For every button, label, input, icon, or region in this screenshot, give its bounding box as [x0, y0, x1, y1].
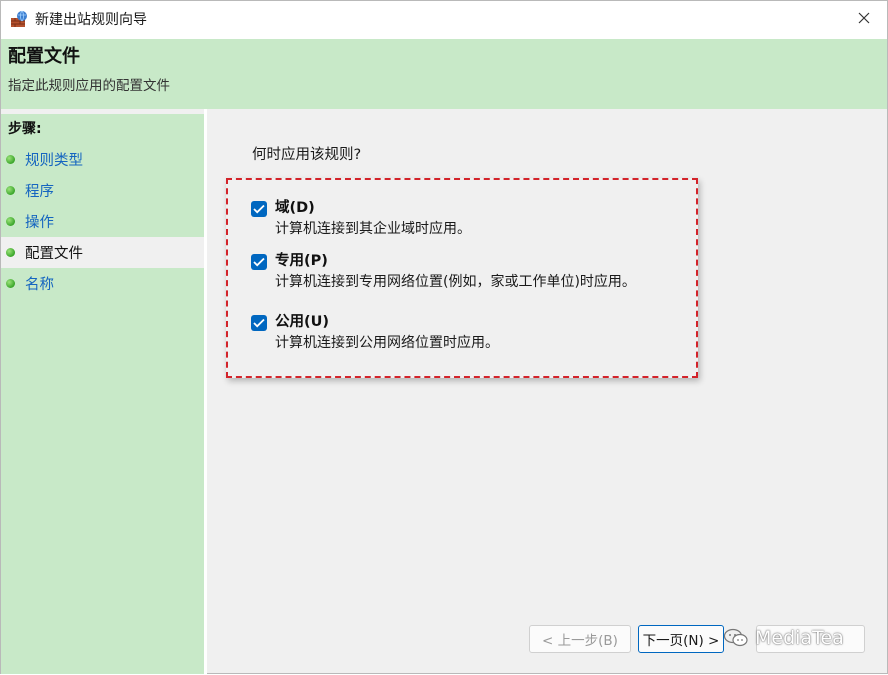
step-bullet-icon — [6, 186, 15, 195]
page-title: 配置文件 — [8, 46, 80, 67]
step-rule-type[interactable]: 规则类型 — [1, 144, 204, 175]
question-label: 何时应用该规则? — [252, 147, 362, 163]
step-label: 配置文件 — [25, 246, 83, 262]
wizard-window: 新建出站规则向导 配置文件 指定此规则应用的配置文件 步骤: 规则类型 程序 操… — [0, 0, 888, 675]
domain-label[interactable]: 域(D) — [275, 198, 315, 218]
watermark: MediaTea — [723, 623, 844, 653]
step-label: 操作 — [25, 215, 54, 231]
firewall-icon — [9, 9, 29, 29]
title-bar: 新建出站规则向导 — [1, 1, 887, 39]
step-bullet-icon — [6, 155, 15, 164]
step-label: 程序 — [25, 184, 54, 200]
domain-checkbox[interactable] — [251, 201, 267, 217]
public-checkbox[interactable] — [251, 315, 267, 331]
public-label[interactable]: 公用(U) — [275, 312, 329, 332]
private-label[interactable]: 专用(P) — [275, 251, 328, 271]
step-bullet-icon — [6, 248, 15, 257]
watermark-text: MediaTea — [755, 627, 844, 649]
step-profile[interactable]: 配置文件 — [1, 237, 204, 268]
back-button[interactable]: < 上一步(B) — [529, 625, 631, 653]
next-button[interactable]: 下一页(N) > — [638, 625, 724, 653]
checkmark-icon — [253, 257, 265, 267]
step-label: 规则类型 — [25, 153, 83, 169]
step-bullet-icon — [6, 217, 15, 226]
header-banner: 配置文件 指定此规则应用的配置文件 — [1, 39, 887, 109]
step-action[interactable]: 操作 — [1, 206, 204, 237]
private-checkbox[interactable] — [251, 254, 267, 270]
checkmark-icon — [253, 204, 265, 214]
page-subtitle: 指定此规则应用的配置文件 — [8, 78, 170, 94]
wechat-icon — [723, 628, 749, 648]
main-panel: 何时应用该规则? 域(D) 计算机连接到其企业域时应用。 专用(P) 计算机连接… — [207, 109, 887, 673]
close-icon — [858, 12, 870, 28]
window-title: 新建出站规则向导 — [35, 12, 147, 28]
public-description: 计算机连接到公用网络位置时应用。 — [275, 335, 499, 351]
step-bullet-icon — [6, 279, 15, 288]
step-label: 名称 — [25, 277, 54, 293]
steps-sidebar: 步骤: 规则类型 程序 操作 配置文件 名称 — [1, 114, 204, 674]
domain-description: 计算机连接到其企业域时应用。 — [275, 221, 471, 237]
close-button[interactable] — [841, 1, 887, 39]
step-program[interactable]: 程序 — [1, 175, 204, 206]
checkmark-icon — [253, 318, 265, 328]
private-description: 计算机连接到专用网络位置(例如，家或工作单位)时应用。 — [275, 274, 636, 290]
steps-heading: 步骤: — [8, 121, 42, 137]
step-name[interactable]: 名称 — [1, 268, 204, 299]
steps-list: 规则类型 程序 操作 配置文件 名称 — [1, 144, 204, 299]
